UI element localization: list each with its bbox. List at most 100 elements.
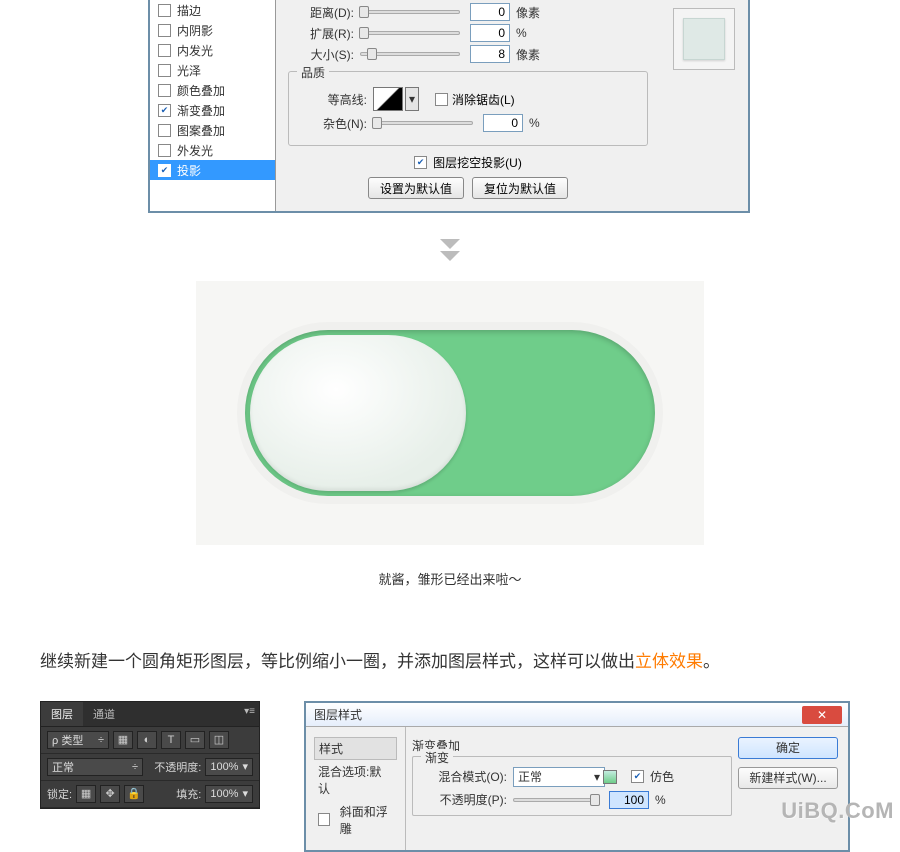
checkbox[interactable] bbox=[435, 93, 448, 106]
fill-value[interactable]: 100%▾ bbox=[205, 785, 253, 803]
new-style-button[interactable]: 新建样式(W)... bbox=[738, 767, 838, 789]
dither-label: 仿色 bbox=[650, 768, 674, 785]
filter-row: ρ 类型÷ ▦ ◐ T ▭ ◫ bbox=[41, 727, 259, 754]
spread-input[interactable] bbox=[470, 24, 510, 42]
style-color-overlay[interactable]: 颜色叠加 bbox=[150, 80, 275, 100]
panel-menu-icon[interactable]: ▾≡ bbox=[244, 706, 255, 717]
close-button[interactable]: ✕ bbox=[802, 706, 842, 724]
slider-thumb[interactable] bbox=[367, 48, 377, 60]
slider-thumb[interactable] bbox=[372, 117, 382, 129]
checkbox[interactable] bbox=[158, 64, 171, 77]
dialog-content: 样式 混合选项:默认 斜面和浮雕 渐变叠加 渐变 混合模式(O): 正常▾ 仿色 bbox=[306, 727, 848, 850]
distance-row: 距离(D): 像素 bbox=[288, 3, 648, 21]
buttons-column: 确定 新建样式(W)... bbox=[738, 727, 848, 850]
checkbox[interactable] bbox=[318, 813, 330, 826]
antialias-label: 消除锯齿(L) bbox=[452, 91, 515, 108]
filter-adjust-icon[interactable]: ◐ bbox=[137, 731, 157, 749]
main-column: 渐变叠加 渐变 混合模式(O): 正常▾ 仿色 不透明度(P): % bbox=[406, 727, 738, 850]
label: ρ 类型 bbox=[52, 732, 83, 748]
contour-dropdown[interactable]: ▾ bbox=[405, 87, 419, 111]
checkbox[interactable] bbox=[158, 44, 171, 57]
opacity-value[interactable]: 100%▾ bbox=[205, 758, 253, 776]
checkbox[interactable] bbox=[631, 770, 644, 783]
checkbox[interactable] bbox=[158, 4, 171, 17]
opacity-slider[interactable] bbox=[513, 798, 599, 802]
styles-header[interactable]: 样式 bbox=[314, 737, 397, 760]
distance-slider[interactable] bbox=[360, 10, 460, 14]
unit-px: 像素 bbox=[516, 4, 540, 21]
style-label: 投影 bbox=[177, 162, 201, 179]
checkbox[interactable] bbox=[158, 84, 171, 97]
unit-pct: % bbox=[516, 26, 527, 40]
style-pattern-overlay[interactable]: 图案叠加 bbox=[150, 120, 275, 140]
style-drop-shadow[interactable]: 投影 bbox=[150, 160, 275, 180]
tab-layers[interactable]: 图层 bbox=[41, 702, 83, 726]
checkbox[interactable] bbox=[414, 156, 427, 169]
noise-input[interactable] bbox=[483, 114, 523, 132]
opacity-label: 不透明度(P): bbox=[423, 791, 513, 808]
opacity-input[interactable] bbox=[609, 791, 649, 809]
spread-slider[interactable] bbox=[360, 31, 460, 35]
gradient-thumb-icon[interactable] bbox=[603, 770, 617, 784]
make-default-button[interactable]: 设置为默认值 bbox=[368, 177, 464, 199]
checkbox[interactable] bbox=[158, 124, 171, 137]
blend-options-default[interactable]: 混合选项:默认 bbox=[314, 760, 397, 800]
lock-label: 锁定: bbox=[47, 786, 72, 802]
layers-panel: 图层 通道 ▾≡ ρ 类型÷ ▦ ◐ T ▭ ◫ 正常÷ 不透明度: 100%▾… bbox=[40, 701, 260, 809]
style-label: 图案叠加 bbox=[177, 122, 225, 139]
panel-tabs: 图层 通道 ▾≡ bbox=[41, 702, 259, 727]
style-inner-shadow[interactable]: 内阴影 bbox=[150, 20, 275, 40]
spread-row: 扩展(R): % bbox=[288, 24, 648, 42]
style-inner-glow[interactable]: 内发光 bbox=[150, 40, 275, 60]
checkbox[interactable] bbox=[158, 144, 171, 157]
style-satin[interactable]: 光泽 bbox=[150, 60, 275, 80]
blend-mode-dropdown[interactable]: 正常÷ bbox=[47, 758, 143, 776]
contour-row: 等高线: ▾ 消除锯齿(L) bbox=[301, 87, 635, 111]
style-bevel[interactable]: 斜面和浮雕 bbox=[314, 800, 397, 840]
article-text-pre: 继续新建一个圆角矩形图层，等比例缩小一圈，并添加图层样式，这样可以做出 bbox=[40, 652, 635, 671]
lock-all-icon[interactable]: 🔒 bbox=[124, 785, 144, 803]
slider-thumb[interactable] bbox=[359, 27, 369, 39]
article-highlight: 立体效果 bbox=[635, 652, 703, 671]
ok-button[interactable]: 确定 bbox=[738, 737, 838, 759]
value: 正常 bbox=[518, 768, 542, 785]
size-label: 大小(S): bbox=[288, 46, 360, 63]
filter-type-icon[interactable]: T bbox=[161, 731, 181, 749]
blend-mode-select[interactable]: 正常▾ bbox=[513, 767, 605, 787]
style-gradient-overlay[interactable]: 渐变叠加 bbox=[150, 100, 275, 120]
checkbox[interactable] bbox=[158, 104, 171, 117]
filter-smart-icon[interactable]: ◫ bbox=[209, 731, 229, 749]
style-outer-glow[interactable]: 外发光 bbox=[150, 140, 275, 160]
lock-pixels-icon[interactable]: ▦ bbox=[76, 785, 96, 803]
label: 斜面和浮雕 bbox=[340, 803, 393, 837]
opacity-label: 不透明度: bbox=[154, 759, 201, 775]
style-stroke[interactable]: 描边 bbox=[150, 0, 275, 20]
result-preview bbox=[196, 281, 704, 545]
filter-shape-icon[interactable]: ▭ bbox=[185, 731, 205, 749]
distance-input[interactable] bbox=[470, 3, 510, 21]
contour-preview[interactable] bbox=[373, 87, 403, 111]
checkbox[interactable] bbox=[158, 24, 171, 37]
arrow-down-icon bbox=[0, 237, 900, 267]
article-paragraph: 继续新建一个圆角矩形图层，等比例缩小一圈，并添加图层样式，这样可以做出立体效果。 bbox=[40, 648, 860, 677]
lock-row: 锁定: ▦ ✥ 🔒 填充: 100%▾ bbox=[41, 781, 259, 808]
article-text-post: 。 bbox=[703, 652, 720, 671]
lock-position-icon[interactable]: ✥ bbox=[100, 785, 120, 803]
checkbox[interactable] bbox=[158, 164, 171, 177]
quality-group: 品质 等高线: ▾ 消除锯齿(L) 杂色(N): % bbox=[288, 71, 648, 146]
dialog-title-bar[interactable]: 图层样式 ✕ bbox=[306, 703, 848, 727]
size-input[interactable] bbox=[470, 45, 510, 63]
noise-slider[interactable] bbox=[373, 121, 473, 125]
reset-default-button[interactable]: 复位为默认值 bbox=[472, 177, 568, 199]
value: 100% bbox=[210, 761, 238, 773]
filter-kind-dropdown[interactable]: ρ 类型÷ bbox=[47, 731, 109, 749]
slider-thumb[interactable] bbox=[590, 794, 600, 806]
tab-channels[interactable]: 通道 bbox=[83, 702, 125, 726]
knockout-label: 图层挖空投影(U) bbox=[433, 154, 522, 171]
slider-thumb[interactable] bbox=[359, 6, 369, 18]
filter-pixel-icon[interactable]: ▦ bbox=[113, 731, 133, 749]
antialias-check[interactable]: 消除锯齿(L) bbox=[435, 91, 515, 108]
noise-label: 杂色(N): bbox=[301, 115, 373, 132]
chevron-down-icon: ▾ bbox=[409, 92, 415, 106]
size-slider[interactable] bbox=[360, 52, 460, 56]
